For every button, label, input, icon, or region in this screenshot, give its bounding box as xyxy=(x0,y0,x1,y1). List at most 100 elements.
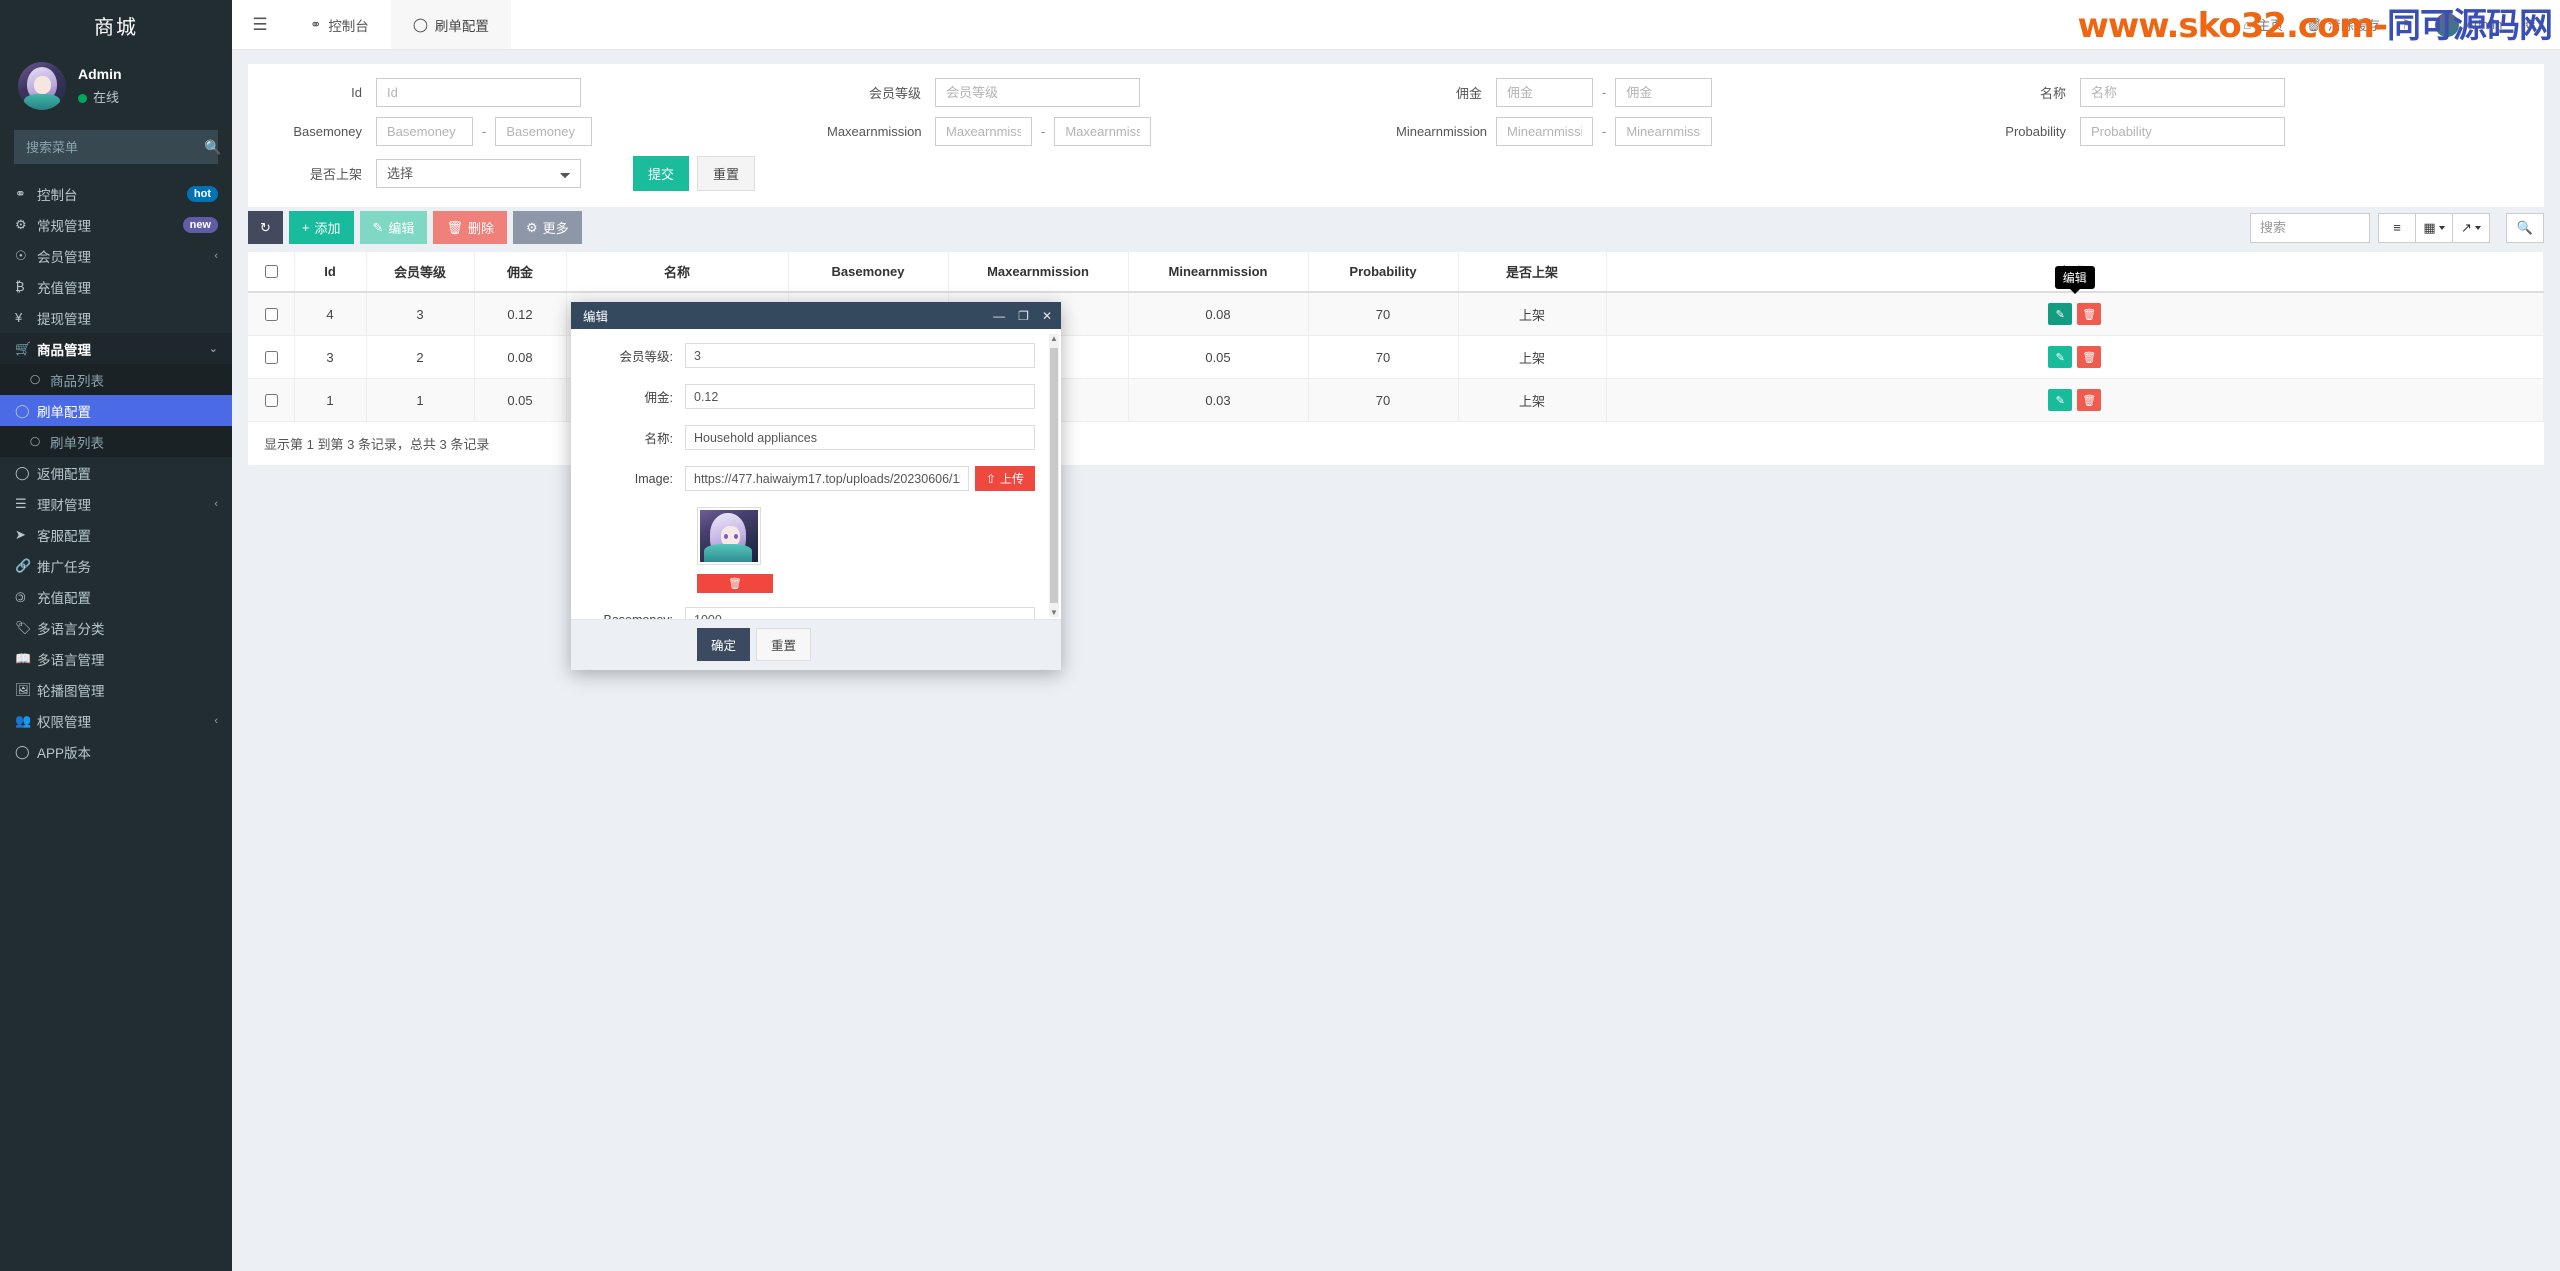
tab-shuadan-config[interactable]: ◯ 刷单配置 xyxy=(390,0,511,49)
sidebar-item-10[interactable]: ☰ 理财管理 ‹ xyxy=(0,488,232,519)
row-edit-button[interactable]: ✎ xyxy=(2048,303,2073,325)
row-delete-button[interactable]: 🗑 xyxy=(2077,389,2102,411)
row-checkbox-cell[interactable] xyxy=(248,378,295,422)
reset-button[interactable]: 重置 xyxy=(697,156,756,191)
sidebar-item-4[interactable]: ¥ 提现管理 xyxy=(0,302,232,333)
sidebar-item-18[interactable]: ◯ APP版本 xyxy=(0,736,232,767)
topbar-settings[interactable]: ⚙ xyxy=(2524,17,2536,33)
sidebar-item-9[interactable]: ◯ 返佣配置 xyxy=(0,457,232,488)
filter-input-basemoney-max[interactable] xyxy=(495,117,593,146)
sidebar-item-1[interactable]: ⚙ 常规管理 new xyxy=(0,209,232,240)
export-icon[interactable]: ↗ xyxy=(2452,212,2490,243)
sidebar-search[interactable]: 🔍 xyxy=(14,130,221,164)
filter-input-commission-max[interactable] xyxy=(1615,78,1713,107)
select-all-header[interactable] xyxy=(248,252,295,293)
sidebar-item-15[interactable]: 📖 多语言管理 xyxy=(0,643,232,674)
sidebar-item-17[interactable]: 👥 权限管理 ‹ xyxy=(0,705,232,736)
filter-input-name[interactable] xyxy=(2080,78,2285,107)
table-cell: 0.03 xyxy=(1128,378,1309,422)
sidebar-item-12[interactable]: 🔗 推广任务 xyxy=(0,550,232,581)
filter-select-shelf[interactable]: 选择 xyxy=(376,159,581,188)
sidebar-item-8[interactable]: ◯ 刷单列表 xyxy=(0,426,232,457)
sidebar-item-16[interactable]: 🖼 轮播图管理 xyxy=(0,674,232,705)
scroll-up-icon[interactable]: ▲ xyxy=(1050,334,1058,343)
more-button[interactable]: ⚙ 更多 xyxy=(512,211,582,244)
search-icon[interactable]: 🔍 xyxy=(2506,212,2544,243)
row-edit-button[interactable]: ✎ xyxy=(2048,346,2073,368)
filter-input-maxearnmission-min[interactable] xyxy=(935,117,1032,146)
row-checkbox[interactable] xyxy=(264,307,278,321)
edit-button[interactable]: ✎ 编辑 xyxy=(359,211,428,244)
filter-input-level[interactable] xyxy=(935,78,1140,107)
list-view-icon[interactable]: ≡ xyxy=(2378,212,2416,243)
row-actions-cell[interactable]: ✎ 🗑 xyxy=(1606,292,2544,336)
submit-button[interactable]: 提交 xyxy=(633,156,690,191)
filter-input-maxearnmission-max[interactable] xyxy=(1054,117,1152,146)
row-edit-button[interactable]: ✎ xyxy=(2048,389,2073,411)
grid-icon[interactable]: ▦ xyxy=(2415,212,2453,243)
filter-field-maxearnmission: Maxearnmission - xyxy=(827,117,1396,146)
sidebar-item-0[interactable]: ⚭ 控制台 hot xyxy=(0,178,232,209)
filter-input-minearnmission-min[interactable] xyxy=(1496,117,1593,146)
pencil-icon: ✎ xyxy=(372,219,384,235)
filter-input-id[interactable] xyxy=(376,78,581,107)
row-actions-cell[interactable]: ✎ 🗑 xyxy=(1606,378,2544,422)
table-search-input[interactable] xyxy=(2250,212,2370,243)
tag-icon: 🏷 xyxy=(15,619,32,635)
add-button[interactable]: + 添加 xyxy=(288,211,354,244)
topbar-user[interactable]: Admin xyxy=(2435,12,2502,37)
sidebar-search-input[interactable] xyxy=(24,138,204,156)
sidebar-item-6[interactable]: ◯ 商品列表 xyxy=(0,364,232,395)
modal-ok-button[interactable]: 确定 xyxy=(697,628,751,661)
sidebar-item-2[interactable]: ☉ 会员管理 ‹ xyxy=(0,240,232,271)
topbar-clear-cache[interactable]: 🗑 清除缓存 xyxy=(2305,15,2380,34)
modal-reset-button[interactable]: 重置 xyxy=(756,628,812,661)
modal-input-commission[interactable] xyxy=(685,384,1035,409)
modal-input-level[interactable] xyxy=(685,343,1035,368)
close-icon[interactable]: ✕ xyxy=(1042,309,1052,323)
row-actions-cell[interactable]: ✎ 🗑 xyxy=(1606,335,2544,379)
sidebar-item-13[interactable]: 🄯 充值配置 xyxy=(0,581,232,612)
filter-field-name: 名称 xyxy=(1965,78,2534,107)
sidebar-item-3[interactable]: ₿ 充值管理 xyxy=(0,271,232,302)
filter-input-minearnmission-max[interactable] xyxy=(1615,117,1713,146)
topbar-flag-icon[interactable]: ⚑ xyxy=(2402,17,2414,33)
image-delete-button[interactable]: 🗑 xyxy=(697,574,773,593)
sidebar-item-5[interactable]: 🛒 商品管理 ⌄ xyxy=(0,333,232,364)
sidebar-item-label: 多语言管理 xyxy=(37,652,105,668)
sidebar-item-7[interactable]: ◯ 刷单配置 xyxy=(0,395,232,426)
row-delete-button[interactable]: 🗑 xyxy=(2077,346,2102,368)
scroll-thumb[interactable] xyxy=(1050,348,1058,603)
filter-input-basemoney-min[interactable] xyxy=(376,117,473,146)
user-panel[interactable]: Admin 在线 xyxy=(0,50,232,122)
row-checkbox-cell[interactable] xyxy=(248,335,295,379)
upload-button[interactable]: ⇧ 上传 xyxy=(974,466,1035,491)
tab-console[interactable]: ⚭ 控制台 xyxy=(288,0,391,49)
toolbar-left: ↻ + 添加 ✎ 编辑 🗑 删除 ⚙ 更多 xyxy=(248,211,582,244)
minimize-icon[interactable]: — xyxy=(993,309,1005,323)
hamburger-icon[interactable]: ☰ xyxy=(232,0,288,49)
list-icon: ☰ xyxy=(15,495,27,511)
modal-input-image[interactable] xyxy=(685,466,969,491)
maximize-icon[interactable]: ❐ xyxy=(1018,309,1029,323)
topbar-home[interactable]: ⌂ 主页 xyxy=(2243,15,2283,34)
modal-scrollbar[interactable]: ▲ ▼ xyxy=(1049,334,1059,617)
refresh-button[interactable]: ↻ xyxy=(248,211,283,244)
circle-icon: ◯ xyxy=(15,402,30,418)
modal-title: 编辑 xyxy=(583,310,609,324)
filter-input-commission-min[interactable] xyxy=(1496,78,1593,107)
row-delete-button[interactable]: 🗑 xyxy=(2077,303,2102,325)
sidebar: 商城 Admin 在线 🔍 ⚭ 控制台 hot ⚙ 常规管理 new ☉ 会员管理 ‹ ₿ 充值管理… xyxy=(0,0,232,1271)
scroll-down-icon[interactable]: ▼ xyxy=(1050,608,1058,617)
row-checkbox[interactable] xyxy=(264,393,278,407)
sidebar-item-11[interactable]: ➤ 客服配置 xyxy=(0,519,232,550)
modal-input-name[interactable] xyxy=(685,425,1035,450)
modal-input-basemoney[interactable] xyxy=(685,607,1035,619)
select-all-checkbox[interactable] xyxy=(264,265,278,278)
row-checkbox-cell[interactable] xyxy=(248,292,295,336)
sidebar-item-14[interactable]: 🏷 多语言分类 xyxy=(0,612,232,643)
row-checkbox[interactable] xyxy=(264,350,278,364)
delete-button[interactable]: 🗑 删除 xyxy=(433,211,507,244)
sidebar-item-label: 充值配置 xyxy=(37,590,91,606)
filter-input-probability[interactable] xyxy=(2080,117,2285,146)
